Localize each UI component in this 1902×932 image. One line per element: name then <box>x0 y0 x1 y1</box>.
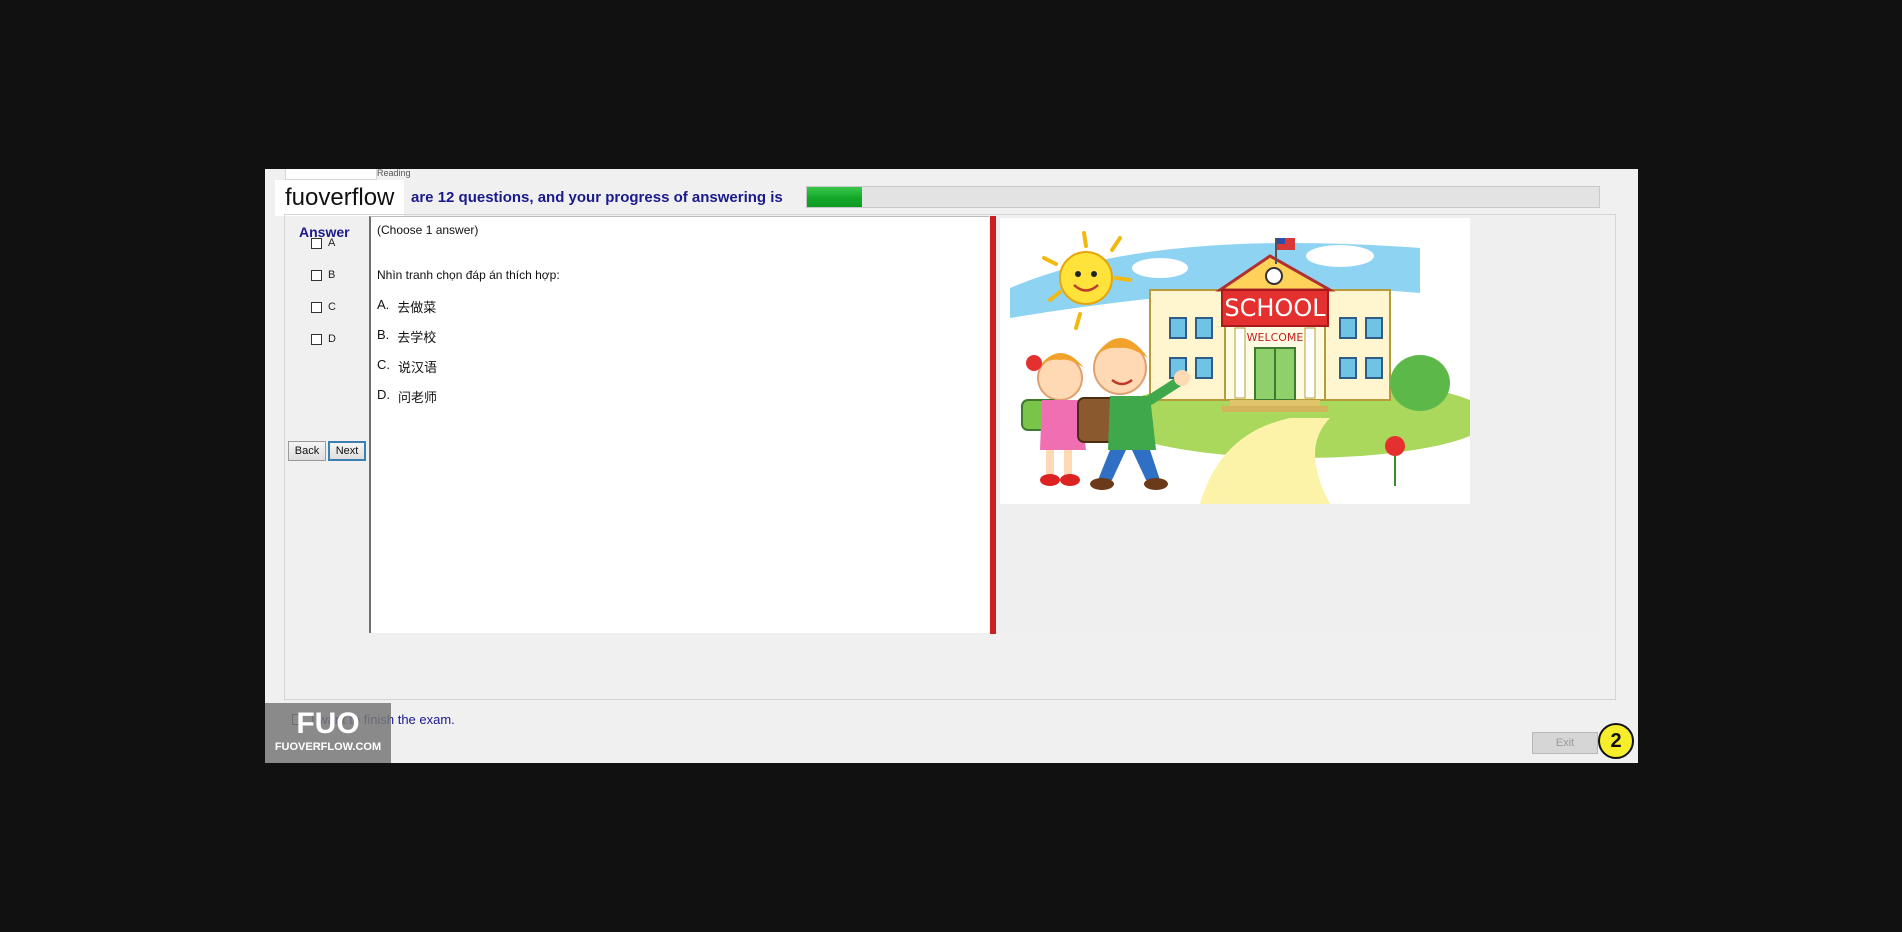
checkbox-d[interactable] <box>311 333 322 345</box>
checkbox-b[interactable] <box>311 269 322 281</box>
question-panel: (Choose 1 answer) Nhìn tranh chọn đáp án… <box>369 216 989 633</box>
answer-option-label: C <box>328 301 336 313</box>
answer-option-b[interactable]: B <box>311 269 335 281</box>
choice-letter: C. <box>377 357 390 372</box>
question-prompt: Nhìn tranh chọn đáp án thích hợp: <box>377 268 560 282</box>
fuo-logo-title: FUO <box>296 707 360 740</box>
watermark-label: fuoverflow <box>275 180 405 216</box>
choice-letter: A. <box>377 297 390 312</box>
tab-strip[interactable] <box>285 169 377 180</box>
progress-bar <box>806 186 1600 208</box>
answer-option-d[interactable]: D <box>311 333 336 345</box>
progress-label: are 12 questions, and your progress of a… <box>411 189 783 206</box>
answer-option-label: A <box>328 237 336 249</box>
choice-letter: B. <box>377 327 390 342</box>
next-button[interactable]: Next <box>328 441 366 461</box>
page-number-badge: 2 <box>1598 723 1634 759</box>
choice-b: B. 去学校 <box>377 327 436 346</box>
answer-option-a[interactable]: A <box>311 237 335 249</box>
exam-window: Reading are 12 questions, and your progr… <box>265 169 1638 763</box>
choice-text: 去做菜 <box>397 301 437 316</box>
exit-button[interactable]: Exit <box>1532 732 1598 754</box>
choice-text: 问老师 <box>398 391 438 406</box>
checkbox-a[interactable] <box>311 237 322 249</box>
question-instruction: (Choose 1 answer) <box>377 223 479 237</box>
choice-a: A. 去做菜 <box>377 297 436 316</box>
choice-c: C. 说汉语 <box>377 357 437 376</box>
school-sign-text: SCHOOL <box>1224 294 1326 322</box>
answer-option-label: D <box>328 333 336 345</box>
fuo-logo: FUO FUOVERFLOW.COM <box>265 703 391 763</box>
answer-option-label: B <box>328 269 336 281</box>
progress-fill <box>807 187 863 207</box>
image-panel: SCHOOL WELCOME <box>996 216 1598 633</box>
checkbox-c[interactable] <box>311 301 322 313</box>
school-illustration-svg: SCHOOL WELCOME <box>1000 218 1490 504</box>
back-button[interactable]: Back <box>288 441 326 461</box>
choice-text: 说汉语 <box>398 361 438 376</box>
fuo-logo-url: FUOVERFLOW.COM <box>274 741 382 753</box>
choice-d: D. 问老师 <box>377 387 437 406</box>
choice-letter: D. <box>377 387 390 402</box>
choice-text: 去学校 <box>397 331 437 346</box>
answer-option-c[interactable]: C <box>311 301 336 313</box>
tab-label: Reading <box>377 169 411 178</box>
welcome-sign-text: WELCOME <box>1247 331 1304 344</box>
school-illustration: SCHOOL WELCOME <box>1000 218 1490 504</box>
